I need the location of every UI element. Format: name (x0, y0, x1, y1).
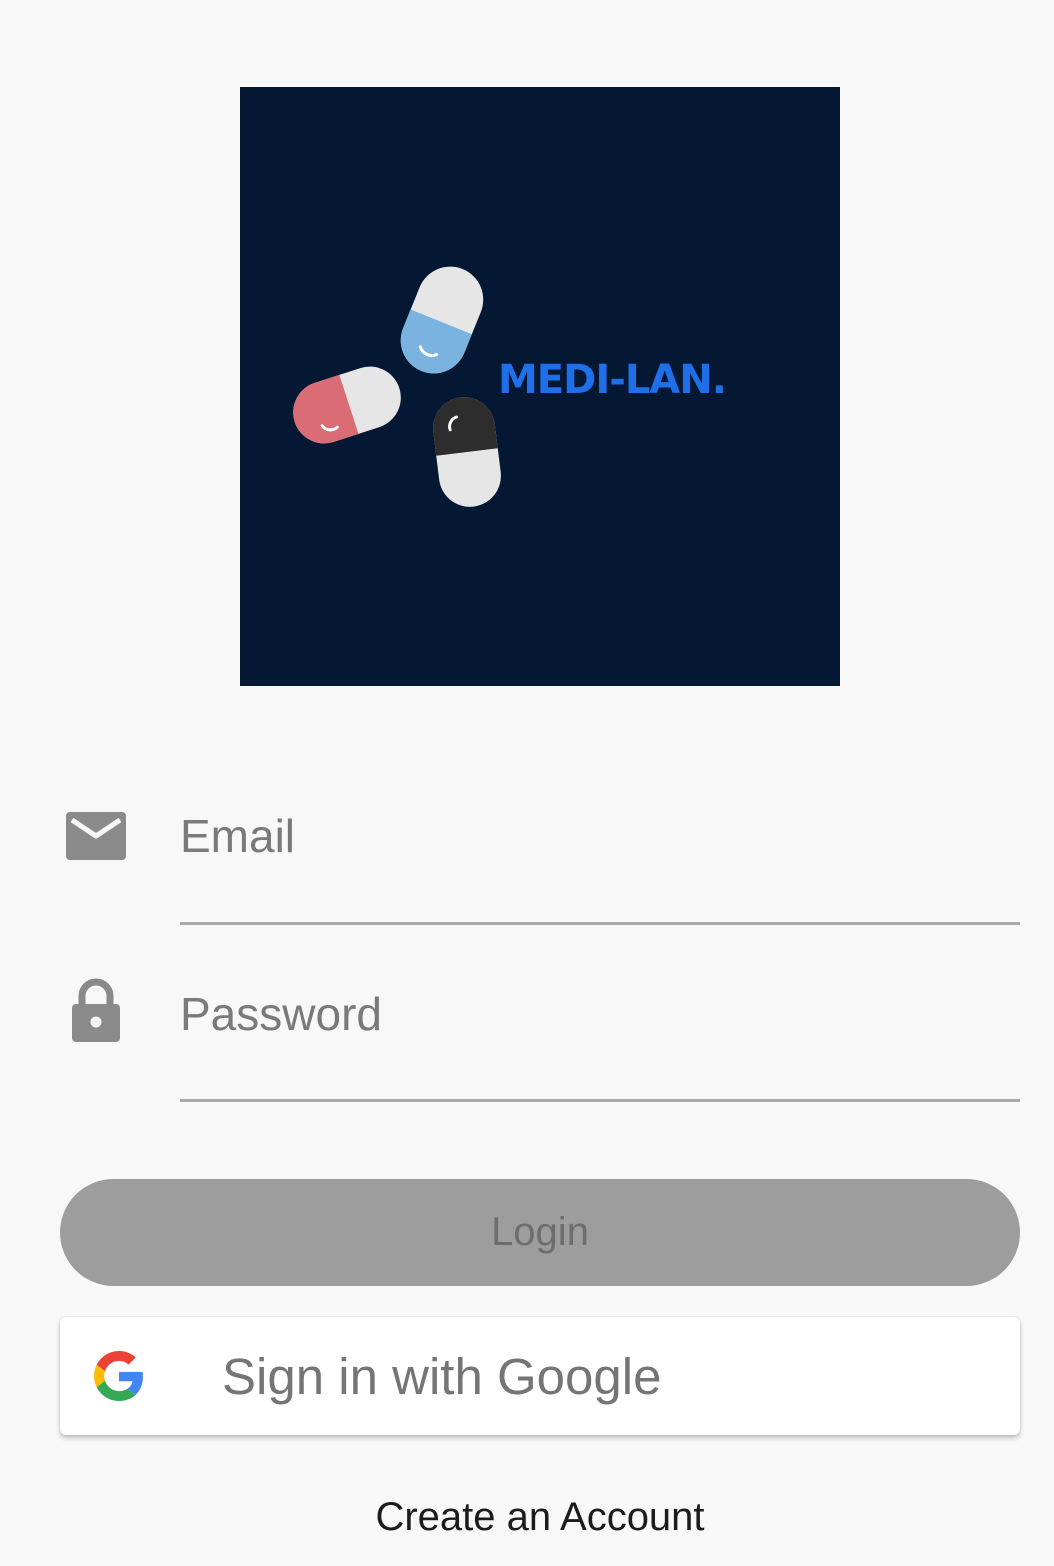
login-button[interactable]: Login (60, 1179, 1020, 1286)
google-g-icon (94, 1351, 143, 1401)
lock-icon (72, 978, 120, 1042)
mail-icon (66, 812, 126, 860)
login-screen: MEDI-LAN. Login Sign in with Google Crea… (0, 0, 1054, 1566)
password-underline (180, 1099, 1020, 1102)
email-field (0, 780, 1054, 930)
google-signin-label: Sign in with Google (222, 1348, 662, 1405)
app-logo: MEDI-LAN. (240, 87, 840, 686)
password-input[interactable] (180, 978, 1000, 1050)
brand-name: MEDI-LAN. (498, 357, 727, 403)
create-account-link[interactable]: Create an Account (0, 1495, 1054, 1540)
email-underline (180, 922, 1020, 925)
password-field (0, 958, 1054, 1108)
email-input[interactable] (180, 800, 1000, 872)
google-signin-button[interactable]: Sign in with Google (60, 1317, 1020, 1435)
